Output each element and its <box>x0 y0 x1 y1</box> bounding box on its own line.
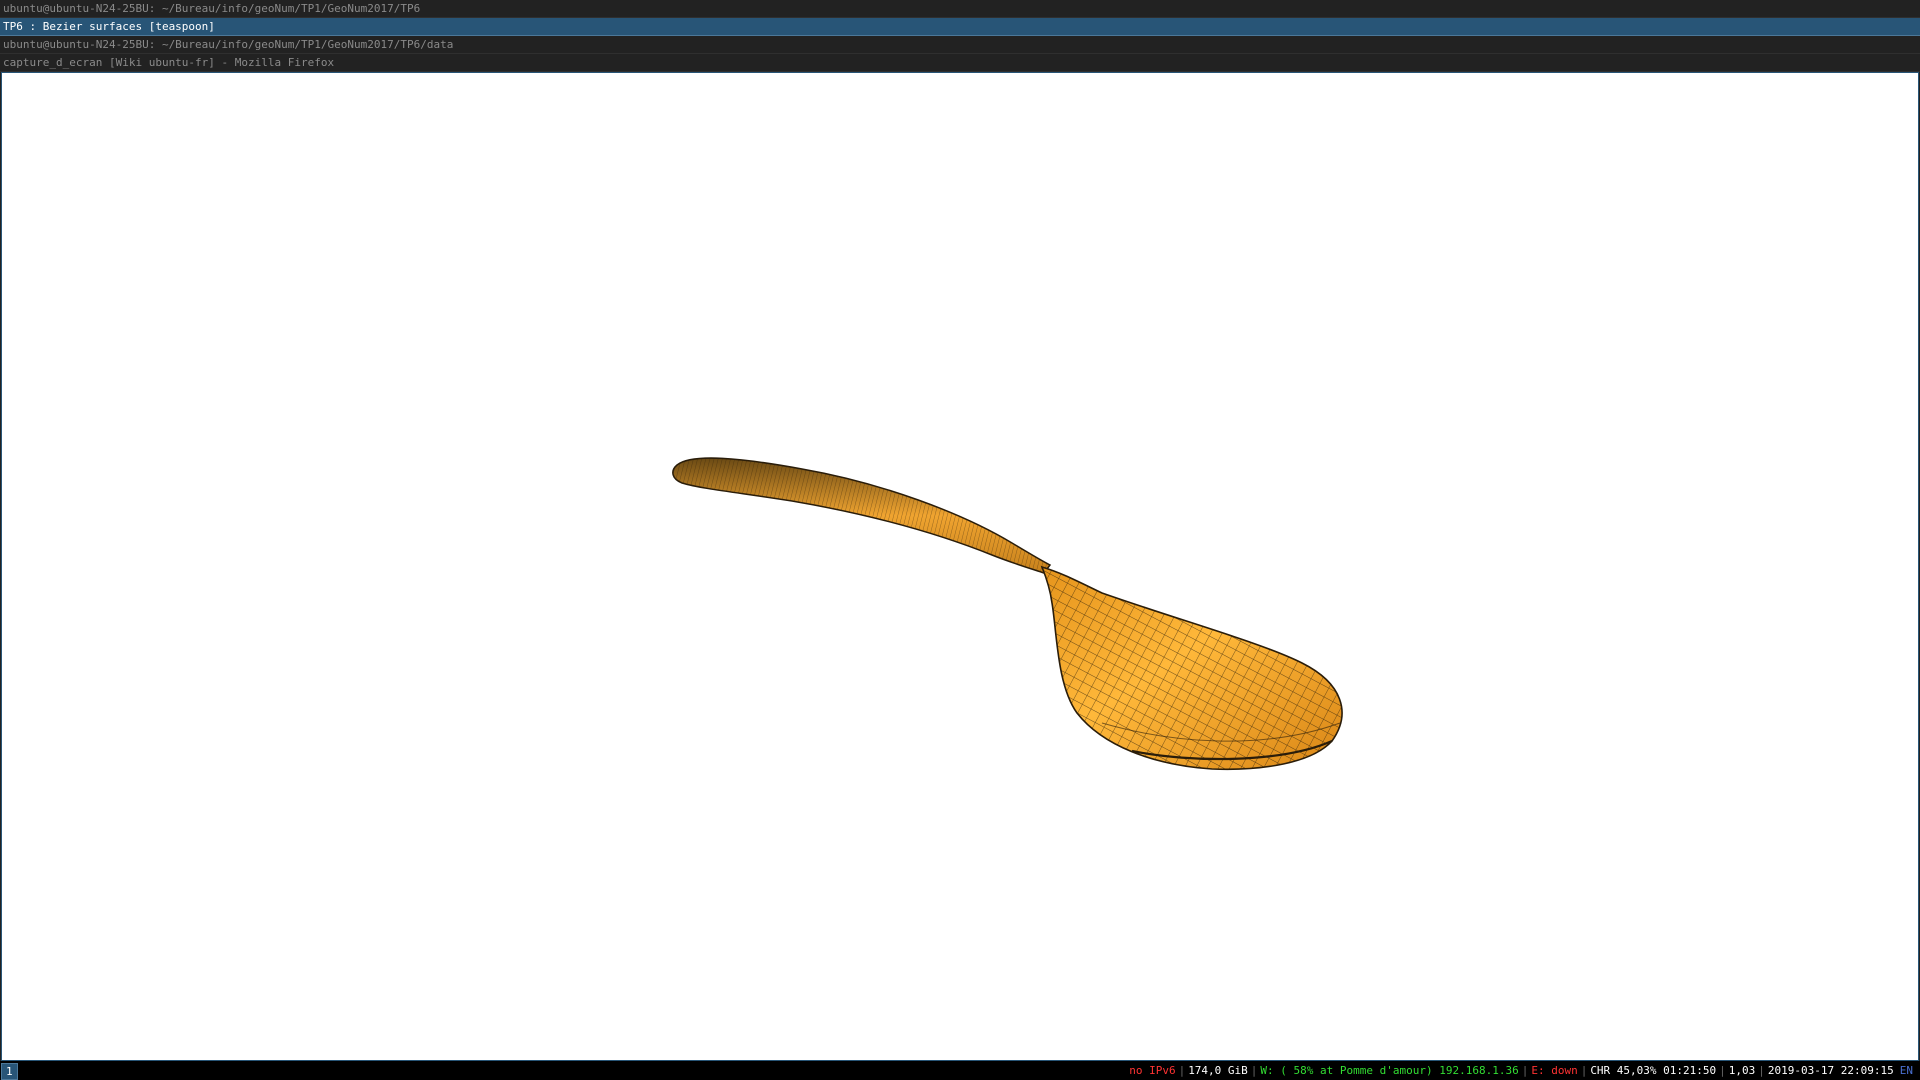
status-items: no IPv6 | 174,0 GiB | W: ( 58% at Pomme d'am… <box>1126 1061 1916 1080</box>
datetime-status: 2019-03-17 22:09:15 <box>1767 1064 1894 1077</box>
terminal-window-title[interactable]: ubuntu@ubuntu-N24-25BU: ~/Bureau/info/ge… <box>0 0 1920 18</box>
viewer-window-title[interactable]: TP6 : Bezier surfaces [teaspoon] <box>0 18 1920 36</box>
workspace-button[interactable]: 1 <box>1 1063 18 1080</box>
terminal-data-window-title[interactable]: ubuntu@ubuntu-N24-25BU: ~/Bureau/info/ge… <box>0 36 1920 54</box>
i3bar: 1 no IPv6 | 174,0 GiB | W: ( 58% at Pomme d'… <box>0 1061 1920 1080</box>
spoon-bowl <box>1040 565 1343 771</box>
load-status: 1,03 <box>1728 1064 1756 1077</box>
battery-status: CHR 45,03% 01:21:50 <box>1590 1064 1717 1077</box>
firefox-window-title[interactable]: capture_d_ecran [Wiki ubuntu-fr] - Mozil… <box>0 54 1920 72</box>
keyboard-layout-indicator: EN <box>1899 1064 1913 1077</box>
wifi-status: W: ( 58% at Pomme d'amour) 192.168.1.36 <box>1260 1064 1519 1077</box>
teaspoon-render[interactable] <box>2 73 1918 1060</box>
ipv6-status: no IPv6 <box>1129 1064 1176 1077</box>
spoon-handle <box>672 457 1052 574</box>
opengl-viewport[interactable] <box>1 72 1919 1061</box>
ethernet-status: E: down <box>1531 1064 1578 1077</box>
disk-status: 174,0 GiB <box>1188 1064 1248 1077</box>
